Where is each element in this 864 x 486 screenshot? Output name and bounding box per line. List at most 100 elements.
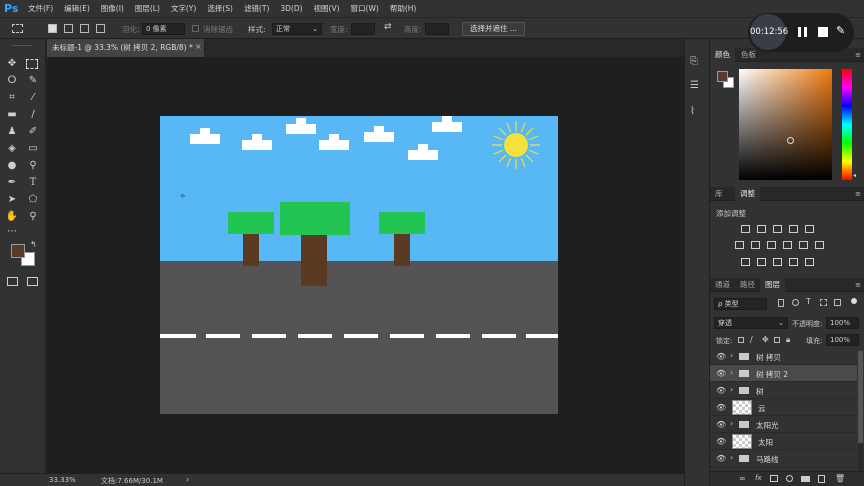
visibility-eye-icon[interactable]: 👁︎: [716, 369, 726, 378]
layer-row[interactable]: 👁︎ 云: [710, 399, 857, 416]
add-selection-icon[interactable]: [64, 24, 73, 33]
menu-window[interactable]: 窗口(W): [351, 3, 379, 14]
chevron-right-icon[interactable]: ›: [730, 419, 733, 428]
chevron-right-icon[interactable]: ›: [730, 385, 733, 394]
lock-artboard-icon[interactable]: [774, 337, 780, 343]
fill-input[interactable]: 100%: [826, 334, 859, 346]
hue-saturation-icon[interactable]: [735, 241, 744, 249]
status-menu-arrow-icon[interactable]: ›: [186, 475, 189, 484]
color-picker-handle[interactable]: [787, 137, 794, 144]
filter-pixel-icon[interactable]: [778, 299, 784, 307]
panel-menu-icon[interactable]: ≡: [855, 281, 861, 289]
vibrance-icon[interactable]: [805, 225, 814, 233]
marquee-preset-icon[interactable]: [12, 24, 23, 33]
menu-3d[interactable]: 3D(D): [280, 4, 302, 13]
layers-scrollbar[interactable]: [858, 351, 863, 471]
history-panel-icon[interactable]: ⎘: [690, 56, 698, 67]
menu-edit[interactable]: 编辑(E): [64, 3, 90, 14]
character-panel-icon[interactable]: ⌇: [690, 106, 695, 117]
visibility-eye-icon[interactable]: 👁︎: [716, 420, 726, 429]
filter-smart-icon[interactable]: [834, 299, 841, 306]
lock-all-icon[interactable]: 🔒︎: [786, 335, 790, 345]
zoom-tool-icon[interactable]: ⚲: [26, 210, 40, 224]
tab-layers[interactable]: 图层: [760, 278, 785, 292]
lasso-tool-icon[interactable]: ⵔ: [5, 74, 19, 88]
tab-color[interactable]: 颜色: [710, 48, 735, 62]
photo-filter-icon[interactable]: [783, 241, 792, 249]
curves-icon[interactable]: [773, 225, 782, 233]
new-layer-icon[interactable]: [818, 475, 825, 483]
color-balance-icon[interactable]: [751, 241, 760, 249]
visibility-eye-icon[interactable]: 👁︎: [716, 403, 726, 412]
width-input[interactable]: [351, 23, 375, 35]
menu-filter[interactable]: 滤镜(T): [244, 3, 269, 14]
pencil-icon[interactable]: ✎: [836, 24, 845, 37]
healing-brush-tool-icon[interactable]: ▬: [5, 108, 19, 122]
stop-icon[interactable]: [818, 27, 828, 37]
layer-filter-select[interactable]: ρ 类型: [714, 298, 767, 310]
black-white-icon[interactable]: [767, 241, 776, 249]
intersect-selection-icon[interactable]: [96, 24, 105, 33]
menu-file[interactable]: 文件(F): [28, 3, 53, 14]
channel-mixer-icon[interactable]: [799, 241, 808, 249]
invert-icon[interactable]: [741, 258, 750, 266]
menu-help[interactable]: 帮助(H): [390, 3, 417, 14]
brush-tool-icon[interactable]: ∕: [26, 108, 40, 122]
chevron-right-icon[interactable]: ›: [730, 453, 733, 462]
posterize-icon[interactable]: [757, 258, 766, 266]
layer-row[interactable]: 👁︎ › 太阳光: [710, 416, 857, 433]
menu-type[interactable]: 文字(Y): [171, 3, 196, 14]
close-tab-icon[interactable]: ×: [195, 42, 202, 51]
eyedropper-tool-icon[interactable]: ⁄: [26, 91, 40, 105]
subtract-selection-icon[interactable]: [80, 24, 89, 33]
hue-slider-handle-icon[interactable]: ◂: [853, 172, 856, 179]
layer-row[interactable]: 👁︎ › 树 拷贝 2: [710, 365, 857, 382]
filter-adjust-icon[interactable]: [792, 299, 799, 306]
layer-row[interactable]: 👁︎ › 马路线: [710, 450, 857, 467]
rect-marquee-tool-icon[interactable]: [26, 59, 38, 69]
filter-type-icon[interactable]: T: [806, 297, 811, 306]
gradient-tool-icon[interactable]: ▭: [26, 142, 40, 156]
menu-view[interactable]: 视图(V): [314, 3, 340, 14]
foreground-color-swatch[interactable]: [11, 244, 25, 258]
tab-libraries[interactable]: 库: [710, 187, 728, 201]
opacity-input[interactable]: 100%: [826, 317, 859, 329]
filter-toggle[interactable]: [851, 298, 857, 304]
scrollbar-thumb[interactable]: [858, 351, 863, 443]
exposure-icon[interactable]: [789, 225, 798, 233]
color-field[interactable]: [739, 69, 832, 180]
visibility-eye-icon[interactable]: 👁︎: [716, 386, 726, 395]
panel-foreground-swatch[interactable]: [717, 71, 728, 82]
lock-position-icon[interactable]: ✥: [762, 335, 769, 344]
document-canvas[interactable]: [160, 116, 558, 414]
eraser-tool-icon[interactable]: ◈: [5, 142, 19, 156]
dodge-tool-icon[interactable]: ⚲: [26, 159, 40, 173]
threshold-icon[interactable]: [773, 258, 782, 266]
chevron-right-icon[interactable]: ›: [730, 368, 733, 377]
history-brush-tool-icon[interactable]: ✐: [26, 125, 40, 139]
layer-style-icon[interactable]: fx: [755, 474, 762, 482]
add-mask-icon[interactable]: [770, 475, 778, 482]
document-tab[interactable]: 未标题-1 @ 33.3% (树 拷贝 2, RGB/8) *: [47, 39, 204, 57]
height-input[interactable]: [425, 23, 449, 35]
new-selection-icon[interactable]: [48, 24, 57, 33]
menu-select[interactable]: 选择(S): [207, 3, 233, 14]
new-group-icon[interactable]: [801, 476, 810, 482]
hand-tool-icon[interactable]: ✋: [5, 210, 19, 224]
brightness-icon[interactable]: [741, 225, 750, 233]
menu-image[interactable]: 图像(I): [101, 3, 124, 14]
panel-menu-icon[interactable]: ≡: [855, 190, 861, 198]
panel-menu-icon[interactable]: ≡: [855, 51, 861, 59]
type-tool-icon[interactable]: T: [26, 176, 40, 190]
edit-toolbar-icon[interactable]: ⋯: [5, 225, 19, 239]
move-tool-icon[interactable]: ✥: [5, 57, 19, 71]
layer-row[interactable]: 👁︎ › 树 拷贝: [710, 348, 857, 365]
levels-icon[interactable]: [757, 225, 766, 233]
pause-icon[interactable]: [798, 27, 801, 37]
filter-shape-icon[interactable]: [820, 299, 827, 306]
chevron-right-icon[interactable]: ›: [730, 351, 733, 360]
crop-tool-icon[interactable]: ⌗: [5, 91, 19, 105]
swap-dimensions-icon[interactable]: ⇄: [384, 22, 392, 32]
quick-select-tool-icon[interactable]: ✎: [26, 74, 40, 88]
visibility-eye-icon[interactable]: 👁︎: [716, 352, 726, 361]
